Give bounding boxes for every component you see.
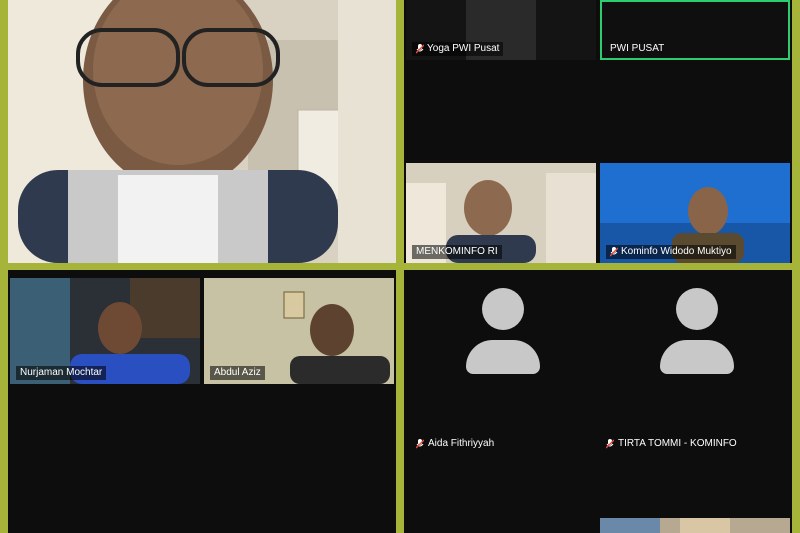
participant-name: Aida Fithriyyah bbox=[428, 438, 495, 449]
main-speaker-video[interactable] bbox=[8, 0, 396, 263]
participant-label: TIRTA TOMMI - KOMINFO bbox=[606, 438, 737, 449]
participant-label: Aida Fithriyyah bbox=[416, 438, 494, 449]
participant-name: Yoga PWI Pusat bbox=[427, 43, 500, 54]
participant-label: PWI PUSAT bbox=[606, 42, 668, 56]
participant-tile-aida[interactable]: Aida Fithriyyah bbox=[406, 270, 596, 460]
muted-mic-icon bbox=[610, 247, 618, 257]
participant-name: MENKOMINFO RI bbox=[416, 246, 498, 257]
participant-label: Nurjaman Mochtar bbox=[16, 366, 107, 380]
participant-tile-widodo[interactable]: Kominfo Widodo Muktiyo bbox=[600, 163, 790, 263]
participant-label: Abdul Aziz bbox=[210, 366, 265, 380]
bottom-left-panel: Nurjaman Mochtar Abdul Aziz bbox=[8, 270, 396, 533]
speaker-video-frame bbox=[8, 0, 396, 263]
participant-tile-yoga[interactable]: Yoga PWI Pusat bbox=[406, 0, 596, 60]
participant-name: Nurjaman Mochtar bbox=[20, 367, 103, 378]
participant-tile-partial[interactable] bbox=[600, 518, 790, 533]
participant-tile-abdul-aziz[interactable]: Abdul Aziz bbox=[204, 278, 394, 384]
participant-label: Yoga PWI Pusat bbox=[412, 42, 504, 56]
participant-name: TIRTA TOMMI - KOMINFO bbox=[618, 438, 737, 449]
participant-tile-tirta[interactable]: TIRTA TOMMI - KOMINFO bbox=[600, 270, 790, 460]
muted-mic-icon bbox=[606, 438, 614, 449]
muted-mic-icon bbox=[416, 44, 424, 54]
participant-tile-nurjaman[interactable]: Nurjaman Mochtar bbox=[10, 278, 200, 384]
participant-name: Kominfo Widodo Muktiyo bbox=[621, 246, 732, 257]
participant-name: PWI PUSAT bbox=[610, 43, 665, 54]
bottom-right-panel: Aida Fithriyyah TIRTA TOMMI - KOMINFO bbox=[404, 270, 792, 533]
muted-mic-icon bbox=[416, 438, 424, 449]
top-right-panel: Yoga PWI Pusat PWI PUSAT MENKOMINFO RI K… bbox=[404, 0, 792, 263]
participant-label: Kominfo Widodo Muktiyo bbox=[606, 245, 736, 259]
video-frame bbox=[600, 518, 730, 533]
participant-tile-pwi-pusat[interactable]: PWI PUSAT bbox=[600, 0, 790, 60]
participant-tile-menkominfo[interactable]: MENKOMINFO RI bbox=[406, 163, 596, 263]
participant-name: Abdul Aziz bbox=[214, 367, 261, 378]
participant-label: MENKOMINFO RI bbox=[412, 245, 502, 259]
